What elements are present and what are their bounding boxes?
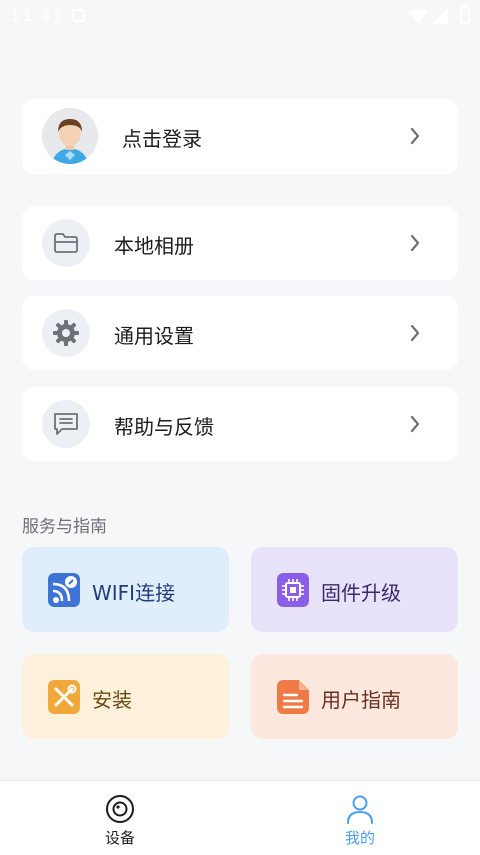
menu-label: 本地相册	[114, 234, 194, 258]
menu-icon-bg	[42, 219, 90, 267]
menu-item-album[interactable]: 本地相册	[22, 206, 458, 280]
chevron-right-icon	[410, 234, 420, 252]
chip-icon	[277, 573, 309, 607]
tab-label: 我的	[344, 829, 375, 847]
tile-label: WIFI连接	[92, 581, 176, 605]
message-icon	[54, 413, 78, 435]
tile-install[interactable]: 安装	[22, 654, 229, 739]
chevron-right-icon	[410, 127, 420, 145]
device-icon	[106, 795, 134, 823]
status-time: 11:41	[10, 6, 64, 26]
tile-label: 用户指南	[321, 688, 401, 712]
menu-item-help[interactable]: 帮助与反馈	[22, 387, 458, 461]
avatar-icon	[42, 108, 98, 164]
tab-device[interactable]: 设备	[0, 781, 240, 855]
folder-icon	[54, 233, 78, 253]
document-icon	[277, 680, 309, 714]
tools-icon	[48, 680, 80, 714]
login-card[interactable]: 点击登录	[22, 99, 458, 174]
tile-wifi-connect[interactable]: WIFI连接	[22, 547, 229, 632]
tab-label: 设备	[104, 829, 135, 847]
battery-icon	[460, 4, 470, 24]
menu-icon-bg	[42, 309, 90, 357]
status-bar: 11:41	[0, 0, 480, 32]
menu-icon-bg	[42, 400, 90, 448]
menu-item-settings[interactable]: 通用设置	[22, 296, 458, 370]
menu-label: 通用设置	[114, 324, 194, 348]
gear-icon	[53, 320, 79, 346]
notification-icon	[72, 9, 85, 22]
tile-firmware-upgrade[interactable]: 固件升级	[251, 547, 458, 632]
chevron-right-icon	[410, 415, 420, 433]
tile-label: 安装	[92, 688, 132, 712]
chevron-right-icon	[410, 324, 420, 342]
user-icon	[347, 795, 373, 824]
cell-signal-icon	[432, 8, 448, 24]
tile-user-guide[interactable]: 用户指南	[251, 654, 458, 739]
tab-mine[interactable]: 我的	[240, 781, 480, 855]
services-title: 服务与指南	[22, 517, 107, 537]
wifi-signal-icon	[408, 8, 428, 23]
bottom-tab-bar: 设备 我的	[0, 780, 480, 855]
avatar	[42, 108, 98, 164]
tile-label: 固件升级	[321, 581, 401, 605]
login-label: 点击登录	[122, 127, 202, 151]
wifi-link-icon	[48, 573, 80, 607]
menu-label: 帮助与反馈	[114, 415, 214, 439]
